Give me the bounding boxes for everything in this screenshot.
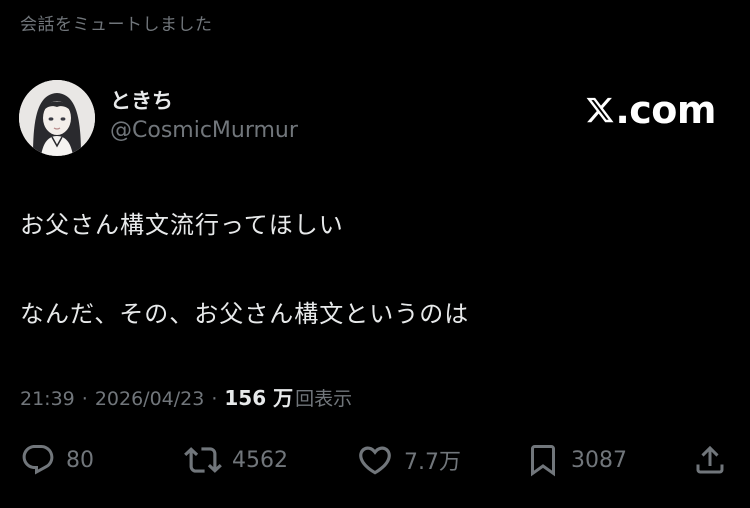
tweet-meta: 21:39 · 2026/04/23 · 156 万 回表示 [20,382,352,411]
heart-icon [359,446,391,475]
bookmark-button[interactable]: 3087 [525,440,627,480]
share-icon [696,445,724,474]
share-button[interactable] [692,440,728,480]
repost-icon [184,447,222,473]
reply-button[interactable]: 80 [20,440,94,480]
reply-count: 80 [66,447,94,473]
like-count: 7.7万 [404,450,461,475]
display-name[interactable]: ときち [110,85,173,115]
views-count: 156 万 [224,386,294,410]
like-button[interactable]: 7.7万 [356,440,461,480]
views-label: 回表示 [295,388,353,410]
tweet-actions: 80 4562 7.7万 3087 [20,440,732,480]
reply-icon [22,445,54,475]
avatar[interactable] [19,80,95,156]
bookmark-count: 3087 [571,447,627,473]
meta-separator: · [211,388,218,410]
meta-separator: · [81,388,88,410]
tweet-text-line: お父さん構文流行ってほしい [20,211,344,239]
muted-conversation-notice: 会話をミュートしました [20,15,213,35]
x-logo-icon [586,97,614,123]
repost-count: 4562 [232,447,288,473]
tweet-date[interactable]: 2026/04/23 [95,388,205,410]
brand-text: .com [615,88,716,132]
repost-button[interactable]: 4562 [184,440,288,480]
user-handle[interactable]: @CosmicMurmur [110,118,298,143]
x-com-brand: .com [585,88,716,132]
bookmark-icon [531,445,555,477]
user-avatar-icon [19,80,95,156]
tweet-text-line: なんだ、その、お父さん構文というのは [20,300,470,328]
tweet-time[interactable]: 21:39 [20,388,75,410]
